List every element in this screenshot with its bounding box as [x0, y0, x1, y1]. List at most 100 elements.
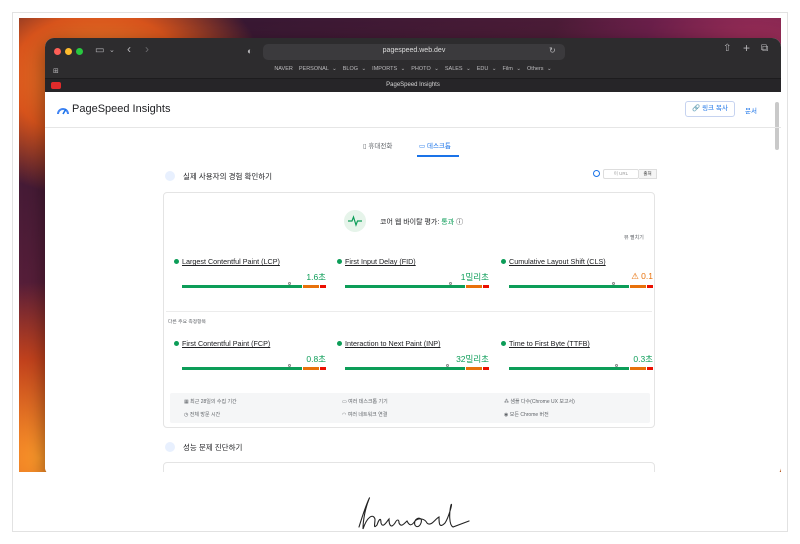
diagnose-icon: [165, 442, 175, 452]
field-section-title: 실제 사용자의 경험 확인하기: [183, 172, 273, 181]
percentile-marker: [287, 364, 291, 367]
tab-desktop-label: 데스크톱: [426, 143, 451, 150]
zoom-window-button[interactable]: [76, 48, 83, 55]
footer-item-network: ◠ 여러 네트워크 연결: [342, 412, 388, 418]
minimize-window-button[interactable]: [65, 48, 72, 55]
help-icon[interactable]: ⓘ: [456, 219, 463, 226]
header-divider: [45, 127, 781, 128]
metric-0: Largest Contentful Paint (LCP) 1.6초: [174, 257, 326, 297]
bar-segment: [182, 285, 302, 288]
forward-icon[interactable]: ›: [145, 43, 149, 55]
toggle-this-url[interactable]: 이 URL: [603, 169, 639, 179]
close-window-button[interactable]: [54, 48, 61, 55]
status-dot: [501, 341, 506, 346]
bookmark-item[interactable]: Film ⌄: [502, 66, 521, 72]
bookmark-item[interactable]: PERSONAL ⌄: [299, 66, 337, 72]
metric-1: First Input Delay (FID) 1밀리초: [337, 257, 489, 297]
distribution-bar: [509, 367, 653, 370]
distribution-bar: [509, 285, 653, 288]
info-icon[interactable]: [593, 170, 600, 177]
bookmark-item[interactable]: IMPORTS ⌄: [372, 66, 405, 72]
metric-name[interactable]: Time to First Byte (TTFB): [509, 339, 590, 348]
footer-item-text: 전체 방문 시간: [189, 412, 221, 418]
monitor-icon: ▭: [419, 143, 426, 150]
address-bar[interactable]: pagespeed.web.dev: [263, 44, 565, 60]
docs-link[interactable]: 문서: [745, 105, 757, 115]
bookmark-item[interactable]: Others ⌄: [527, 66, 552, 72]
metric-value: 32밀리초: [456, 354, 489, 364]
active-tab-indicator: [417, 155, 459, 157]
metric-value: ⚠ 0.1: [631, 271, 653, 281]
toggle-origin[interactable]: 출처: [639, 169, 657, 179]
share-icon[interactable]: ⇧: [723, 44, 731, 54]
metric-3: First Contentful Paint (FCP) 0.8초: [174, 339, 326, 379]
metric-5: Time to First Byte (TTFB) 0.3초: [501, 339, 653, 379]
bar-segment: [320, 367, 326, 370]
bar-segment: [465, 367, 482, 370]
new-tab-icon[interactable]: +: [743, 42, 750, 54]
bookmark-item[interactable]: SALES ⌄: [445, 66, 471, 72]
bar-segment: [320, 285, 326, 288]
favorites-bar: NAVER PERSONAL ⌄ BLOG ⌄ IMPORTS ⌄ PHOTO ⌄ SAL…: [45, 66, 781, 76]
field-data-card: 코어 웹 바이탈 평가: 통과 ⓘ 뷰 펼치기 다른 주요 측정항목 Large…: [163, 192, 655, 428]
heartbeat-icon: [344, 210, 366, 232]
people-icon: [165, 171, 175, 181]
chevron-down-icon[interactable]: ⌄: [109, 46, 115, 56]
percentile-marker: [287, 282, 291, 285]
reload-icon[interactable]: ↻: [549, 46, 556, 56]
footer-item-devices: ▭ 여러 데스크톱 기기: [342, 399, 388, 405]
bar-segment: [182, 367, 302, 370]
lab-data-card: [163, 462, 655, 472]
distribution-bar: [345, 285, 489, 288]
status-dot: [174, 341, 179, 346]
sidebar-icon[interactable]: ▭: [95, 46, 104, 56]
metric-name[interactable]: Cumulative Layout Shift (CLS): [509, 257, 606, 266]
scrollbar[interactable]: [775, 102, 779, 150]
bookmark-item[interactable]: NAVER: [274, 66, 293, 72]
metric-value: 1.6초: [306, 272, 326, 282]
bar-segment: [509, 367, 629, 370]
tab-desktop[interactable]: ▭ 데스크톱: [419, 140, 451, 150]
footer-item-text: 여러 네트워크 연결: [347, 412, 388, 418]
bar-segment: [509, 285, 629, 288]
cwv-assessment: 코어 웹 바이탈 평가: 통과 ⓘ: [380, 217, 463, 227]
app-title: PageSpeed Insights: [72, 103, 171, 115]
bar-segment: [629, 285, 646, 288]
copy-link-button[interactable]: 🔗 링크 복사: [685, 101, 735, 117]
bar-segment: [647, 367, 653, 370]
footer-item-chrome: ◉ 모든 Chrome 버전: [504, 412, 549, 418]
footer-item-samples: ⁂ 샘플 다수(Chrome UX 보고서): [504, 399, 575, 405]
bookmark-item[interactable]: BLOG ⌄: [343, 66, 366, 72]
distribution-bar: [182, 367, 326, 370]
data-info-footer: ▦ 최근 28일의 수집 기간 ▭ 여러 데스크톱 기기 ⁂ 샘플 다수(Chr…: [170, 393, 650, 423]
url-text: pagespeed.web.dev: [382, 47, 446, 54]
active-tab[interactable]: PageSpeed Insights: [45, 82, 781, 88]
photo-frame: ▭ ⌄ ‹ › ◐ pagespeed.web.dev ↻ ⇧ + ⧉ ⊞ NA…: [12, 12, 788, 532]
metric-value: 0.3초: [633, 354, 653, 364]
percentile-marker: [611, 282, 615, 285]
desktop-wallpaper: ▭ ⌄ ‹ › ◐ pagespeed.web.dev ↻ ⇧ + ⧉ ⊞ NA…: [19, 18, 781, 472]
signature: [358, 497, 470, 530]
metric-name[interactable]: First Input Delay (FID): [345, 257, 416, 266]
footer-item-text: 여러 데스크톱 기기: [348, 399, 388, 405]
metric-name[interactable]: First Contentful Paint (FCP): [182, 339, 270, 348]
metric-name[interactable]: Largest Contentful Paint (LCP): [182, 257, 280, 266]
pagespeed-logo-icon: [57, 108, 69, 115]
footer-item-text: 모든 Chrome 버전: [509, 412, 549, 418]
bookmark-item[interactable]: PHOTO ⌄: [411, 66, 439, 72]
percentile-marker: [614, 364, 618, 367]
bookmark-item[interactable]: EDU ⌄: [477, 66, 497, 72]
back-icon[interactable]: ‹: [127, 43, 131, 55]
footer-item-visit: ◷ 전체 방문 시간: [184, 412, 221, 418]
safari-window: ▭ ⌄ ‹ › ◐ pagespeed.web.dev ↻ ⇧ + ⧉ ⊞ NA…: [45, 38, 781, 472]
metric-2: Cumulative Layout Shift (CLS) ⚠ 0.1: [501, 257, 653, 297]
distribution-bar: [345, 367, 489, 370]
tab-mobile[interactable]: ▯ 휴대전화: [363, 140, 392, 150]
bar-segment: [483, 367, 489, 370]
shield-icon[interactable]: ◐: [247, 46, 252, 56]
divider: [166, 311, 652, 312]
tab-overview-icon[interactable]: ⧉: [761, 44, 768, 54]
expand-view-link[interactable]: 뷰 펼치기: [624, 234, 644, 241]
copy-link-label: 링크 복사: [702, 105, 728, 112]
metric-name[interactable]: Interaction to Next Paint (INP): [345, 339, 440, 348]
